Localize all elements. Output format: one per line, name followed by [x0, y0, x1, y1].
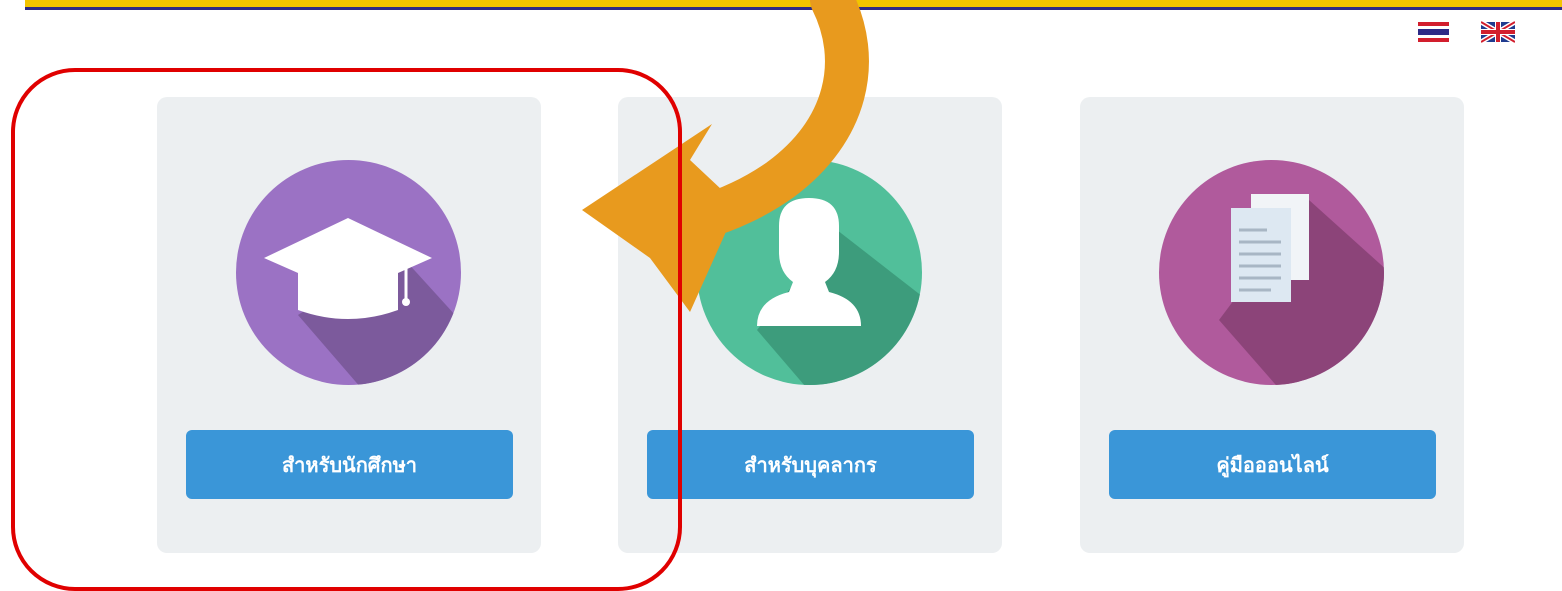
staff-button[interactable]: สำหรับบุคลากร: [647, 430, 974, 499]
card-students: สำหรับนักศึกษา: [157, 97, 541, 553]
person-icon[interactable]: [697, 160, 922, 385]
manual-button[interactable]: คู่มือออนไลน์: [1109, 430, 1436, 499]
card-staff: สำหรับบุคลากร: [618, 97, 1002, 553]
students-button[interactable]: สำหรับนักศึกษา: [186, 430, 513, 499]
uk-flag-icon[interactable]: [1481, 20, 1515, 44]
top-banner-bar: [25, 0, 1562, 10]
thai-flag-icon[interactable]: [1418, 20, 1449, 44]
documents-icon[interactable]: [1159, 160, 1384, 385]
card-manual: คู่มือออนไลน์: [1080, 97, 1464, 553]
graduation-cap-icon[interactable]: [236, 160, 461, 385]
